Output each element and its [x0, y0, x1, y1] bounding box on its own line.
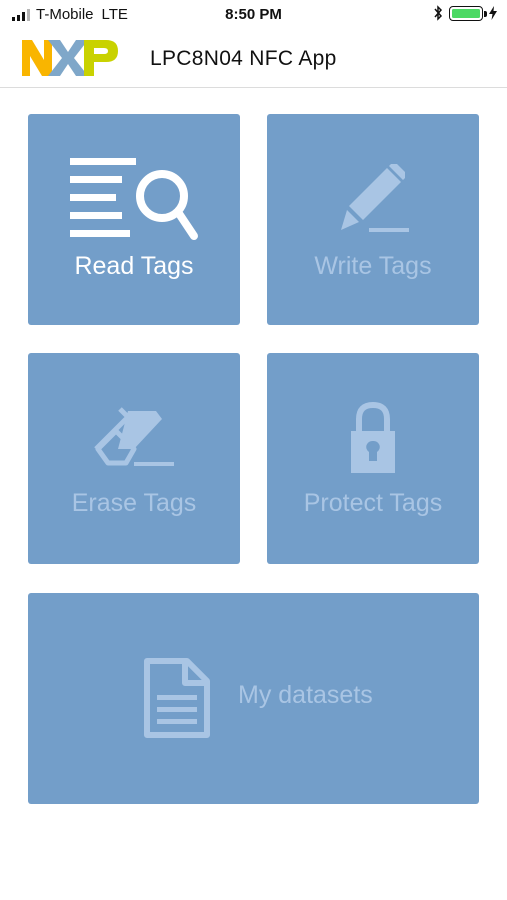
- read-tags-icon: [70, 158, 198, 240]
- protect-tags-button[interactable]: Protect Tags: [267, 353, 479, 564]
- nxp-logo: [22, 40, 118, 76]
- app-title: LPC8N04 NFC App: [150, 47, 337, 70]
- charging-icon: [489, 6, 497, 20]
- my-datasets-button[interactable]: My datasets: [28, 593, 479, 804]
- write-tags-button[interactable]: Write Tags: [267, 114, 479, 325]
- protect-tags-label: Protect Tags: [303, 489, 443, 517]
- bluetooth-icon: [434, 5, 443, 21]
- document-icon: [144, 658, 210, 738]
- status-bar: T-Mobile LTE 8:50 PM: [0, 0, 507, 30]
- battery-icon: [449, 5, 487, 21]
- erase-tags-button[interactable]: Erase Tags: [28, 353, 240, 564]
- my-datasets-label: My datasets: [238, 681, 373, 709]
- read-tags-button[interactable]: Read Tags: [28, 114, 240, 325]
- status-time: 8:50 PM: [225, 6, 282, 23]
- status-right: [433, 5, 497, 21]
- lock-icon: [351, 401, 395, 473]
- read-tags-label: Read Tags: [74, 252, 194, 280]
- pencil-icon: [341, 164, 409, 232]
- erase-tags-label: Erase Tags: [71, 489, 197, 517]
- eraser-icon: [94, 407, 174, 466]
- app-header: LPC8N04 NFC App: [0, 30, 507, 88]
- write-tags-label: Write Tags: [314, 252, 432, 280]
